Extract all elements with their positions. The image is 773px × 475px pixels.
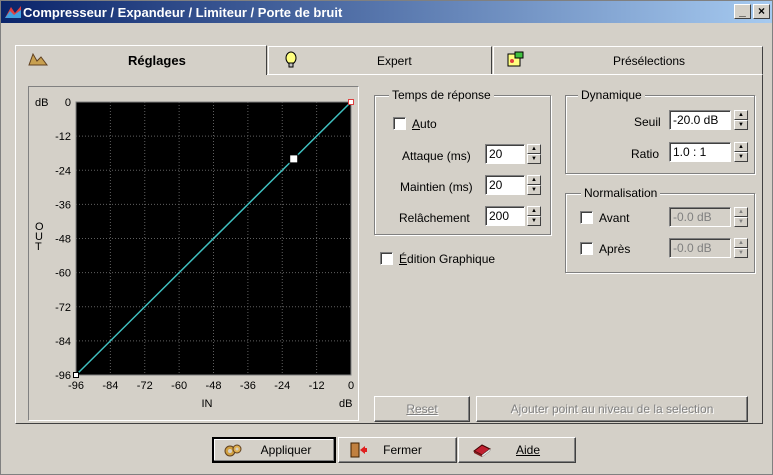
spin-up-icon[interactable]: ▲ [734,207,748,217]
graphic-edit-checkbox[interactable] [380,252,393,265]
after-label[interactable]: Après [599,242,630,256]
attack-label: Attaque (ms) [402,149,471,163]
before-input[interactable]: -0.0 dB [669,207,731,227]
spin-down-icon[interactable]: ▼ [734,248,748,258]
gears-icon [224,444,242,457]
x-axis-label: IN [202,398,213,410]
spin-down-icon[interactable]: ▼ [734,152,748,162]
after-spinner[interactable]: ▲ ▼ [734,238,748,258]
tab-expert[interactable]: Expert [268,46,492,74]
compression-graph[interactable]: 0 -12 -24 -36 -48 -60 -72 -84 -96 -96 -84 -72 -60 -4… [28,86,359,421]
lightbulb-icon [285,51,297,68]
tab-label: Expert [377,54,412,68]
hold-spinner[interactable]: ▲ ▼ [527,175,541,195]
x-tick-label: -84 [102,380,118,392]
reset-button[interactable]: Reset [374,396,470,422]
normalization-group [565,193,755,273]
y-tick-label: -48 [55,234,71,246]
spin-up-icon[interactable]: ▲ [734,110,748,120]
x-tick-label: -12 [309,380,325,392]
y-tick-label: -12 [55,131,71,143]
ratio-input[interactable]: 1.0 : 1 [669,142,731,162]
spin-up-icon[interactable]: ▲ [734,142,748,152]
y-tick-label: -84 [55,336,71,348]
before-checkbox[interactable] [580,211,593,224]
close-dialog-button[interactable]: Fermer [338,437,457,463]
curve-point-handle[interactable] [73,372,79,378]
graphic-edit-label[interactable]: Édition Graphique [399,252,495,266]
dynamics-legend: Dynamique [578,88,645,102]
y-axis-unit: dB [35,97,48,109]
x-tick-label: 0 [348,380,354,392]
tab-settings[interactable]: Réglages [15,45,267,75]
auto-label[interactable]: Auto [412,117,437,131]
presets-icon [507,51,524,67]
hold-label: Maintien (ms) [400,180,473,194]
x-tick-label: -72 [137,380,153,392]
help-book-icon [473,444,491,458]
window-title: Compresseur / Expandeur / Limiteur / Por… [23,5,343,20]
app-icon [5,6,21,18]
tab-presets[interactable]: Présélections [493,46,763,74]
threshold-spinner[interactable]: ▲ ▼ [734,110,748,130]
tab-label: Présélections [613,54,686,68]
tab-label: Réglages [128,53,186,68]
x-tick-label: -36 [240,380,256,392]
curve-point-handle[interactable] [289,154,299,164]
after-checkbox[interactable] [580,242,593,255]
compressor-dialog: Compresseur / Expandeur / Limiteur / Por… [0,0,773,475]
spin-up-icon[interactable]: ▲ [527,175,541,185]
before-spinner[interactable]: ▲ ▼ [734,207,748,227]
hold-input[interactable]: 20 [485,175,525,195]
release-label: Relâchement [399,211,470,225]
close-label: Fermer [383,443,422,457]
y-axis-label-letter: T [35,241,42,253]
release-input[interactable]: 200 [485,206,525,226]
attack-input[interactable]: 20 [485,144,525,164]
y-tick-label: -60 [55,268,71,280]
normalization-legend: Normalisation [581,186,661,200]
y-tick-label: -36 [55,199,71,211]
before-label[interactable]: Avant [599,211,629,225]
help-button[interactable]: Aide [458,437,576,463]
curve-point-handle[interactable] [348,99,354,105]
spin-down-icon[interactable]: ▼ [734,217,748,227]
spin-down-icon[interactable]: ▼ [527,154,541,164]
exit-door-icon [350,442,367,458]
title-bar[interactable]: Compresseur / Expandeur / Limiteur / Por… [1,1,772,23]
spin-down-icon[interactable]: ▼ [527,216,541,226]
ratio-label: Ratio [631,147,660,161]
x-tick-label: -60 [171,380,187,392]
threshold-label: Seuil [634,115,661,129]
x-tick-label: -24 [274,380,290,392]
close-button[interactable]: × [753,4,770,19]
threshold-input[interactable]: -20.0 dB [669,110,731,130]
apply-label: Appliquer [260,443,312,457]
spin-up-icon[interactable]: ▲ [527,206,541,216]
minimize-button[interactable]: _ [734,4,751,19]
after-input[interactable]: -0.0 dB [669,238,731,258]
attack-spinner[interactable]: ▲ ▼ [527,144,541,164]
x-tick-label: -48 [206,380,222,392]
release-spinner[interactable]: ▲ ▼ [527,206,541,226]
ratio-spinner[interactable]: ▲ ▼ [734,142,748,162]
spin-up-icon[interactable]: ▲ [734,238,748,248]
y-tick-label: 0 [65,97,71,109]
y-tick-label: -72 [55,302,71,314]
spin-down-icon[interactable]: ▼ [527,185,541,195]
response-time-legend: Temps de réponse [389,88,494,102]
x-tick-label: -96 [68,380,84,392]
dynamics-group [565,95,755,174]
spin-up-icon[interactable]: ▲ [527,144,541,154]
help-label: Aide [515,443,541,457]
compression-curve-chart[interactable]: 0-12-24-36-48-60-72-84-96 -96 -84 -72 -60 -4… [29,87,358,420]
y-tick-label: -24 [55,165,71,177]
waveform-icon [28,52,48,66]
x-axis-unit: dB [339,398,352,410]
spin-down-icon[interactable]: ▼ [734,120,748,130]
add-point-button[interactable]: Ajouter point au niveau de la selection [476,396,748,422]
auto-checkbox[interactable] [393,117,406,130]
apply-button[interactable]: Appliquer [212,437,336,463]
